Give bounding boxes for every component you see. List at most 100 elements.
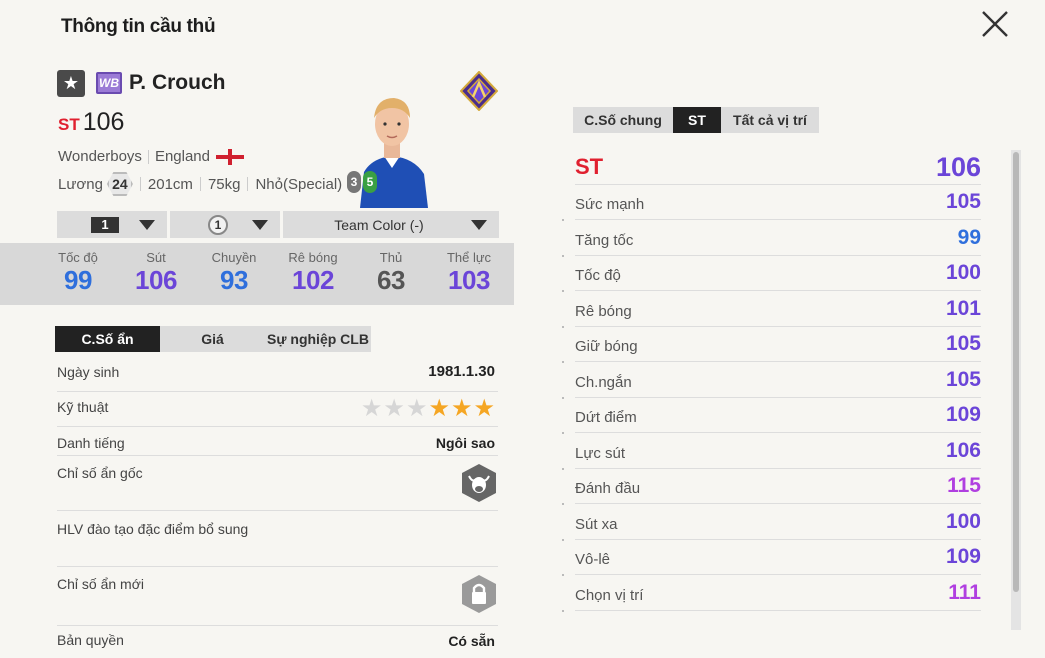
tab-price[interactable]: Giá xyxy=(160,326,265,352)
stat-label: Sức mạnh xyxy=(575,196,645,213)
stat-label: Giữ bóng xyxy=(575,338,638,355)
row-marker xyxy=(562,538,564,541)
stat-label: Dứt điểm xyxy=(575,409,637,426)
stat-label: Rê bóng xyxy=(575,302,632,320)
row-marker xyxy=(562,574,564,576)
position-rating-value: 106 xyxy=(935,152,981,182)
favorite-star-icon[interactable]: ★ xyxy=(57,70,85,97)
stat-row: Sút xa 100 xyxy=(575,505,981,540)
tab-position-st[interactable]: ST xyxy=(673,107,721,133)
new-trait-row: Chỉ số ẩn mới xyxy=(57,574,498,626)
fame-row: Danh tiếng Ngôi sao xyxy=(57,433,498,456)
position-label: ST xyxy=(58,115,80,134)
stat-label: Tốc độ xyxy=(575,267,621,284)
skill-stars: ★★★★★★ xyxy=(360,395,496,422)
height-value: 201cm xyxy=(147,175,193,193)
team-name: Wonderboys xyxy=(58,148,142,165)
row-marker xyxy=(562,254,564,257)
club-logo-icon xyxy=(460,71,498,111)
license-label: Bản quyền xyxy=(57,632,124,648)
salary-label: Lương xyxy=(58,175,103,193)
fame-label: Danh tiếng xyxy=(57,435,125,451)
license-row: Bản quyền Có sẵn xyxy=(57,632,498,658)
row-marker xyxy=(562,467,564,470)
birth-value: 1981.1.30 xyxy=(428,363,495,380)
coach-trait-row: HLV đào tạo đặc điểm bổ sung xyxy=(57,519,498,567)
coach-trait-label: HLV đào tạo đặc điểm bổ sung xyxy=(57,521,249,537)
stat-label: Ch.ngắn xyxy=(575,373,632,391)
stat-value: 115 xyxy=(947,474,981,497)
stat-row: Đánh đầu 115 xyxy=(575,469,981,504)
skill-moves-badge: 3 xyxy=(347,171,361,193)
stat-row: Tăng tốc 99 xyxy=(575,221,981,256)
nation-name: England xyxy=(154,148,210,165)
stat-label: Chọn vị trí xyxy=(575,586,644,604)
team-color-dropdown[interactable]: Team Color (-) xyxy=(283,211,499,238)
grade-value: 1 xyxy=(91,216,119,233)
scrollbar-thumb[interactable] xyxy=(1013,152,1019,592)
weight-value: 75kg xyxy=(207,175,241,193)
stat-row: Dứt điểm 109 xyxy=(575,398,981,433)
stat-value: 105 xyxy=(945,367,981,391)
close-icon xyxy=(982,11,1008,37)
position-rating-label: ST xyxy=(575,154,604,179)
bull-trait-icon[interactable] xyxy=(460,463,498,503)
stat-value: 100 xyxy=(945,509,981,533)
tab-all-positions[interactable]: Tất cả vị trí xyxy=(721,107,819,133)
tab-general-stats[interactable]: C.Số chung xyxy=(573,107,673,133)
stat-value: 109 xyxy=(945,403,981,426)
summary-passing: Chuyền 93 xyxy=(211,250,257,295)
row-marker xyxy=(562,396,564,399)
stat-value: 106 xyxy=(945,438,981,462)
tab-club-career[interactable]: Sự nghiệp CLB xyxy=(265,326,371,352)
stat-row: Ch.ngắn 105 xyxy=(575,363,981,398)
original-trait-row: Chỉ số ẩn gốc xyxy=(57,463,498,511)
stat-label: Sút xa xyxy=(575,515,618,533)
row-marker xyxy=(562,219,564,221)
new-trait-label: Chỉ số ẩn mới xyxy=(57,576,144,592)
team-nation-line: Wonderboys England xyxy=(58,148,244,166)
stat-row: Lực sút 106 xyxy=(575,434,981,469)
overall-rating: 106 xyxy=(82,108,125,136)
row-marker xyxy=(562,290,564,292)
stat-row: Giữ bóng 105 xyxy=(575,327,981,362)
summary-pace: Tốc độ 99 xyxy=(58,250,98,295)
chevron-down-icon xyxy=(139,220,155,230)
physical-line: Lương 24 201cm 75kg Nhỏ(Special) xyxy=(58,172,342,196)
stat-value: 101 xyxy=(945,296,981,320)
stat-row: Chọn vị trí 111 xyxy=(575,576,981,611)
license-value: Có sẵn xyxy=(448,633,495,649)
season-badge: WB xyxy=(96,72,122,94)
body-type-value: Nhỏ(Special) xyxy=(255,175,343,193)
tab-hidden-stats[interactable]: C.Số ẩn xyxy=(55,326,160,352)
summary-defending: Thủ 63 xyxy=(377,250,405,295)
fame-value: Ngôi sao xyxy=(435,435,495,451)
enhance-value: 1 xyxy=(208,214,228,235)
stat-value: 111 xyxy=(948,580,981,604)
stat-value: 100 xyxy=(945,261,981,284)
lock-icon[interactable] xyxy=(460,574,498,614)
summary-shooting: Sút 106 xyxy=(135,250,177,295)
enhance-dropdown[interactable]: 1 xyxy=(170,211,280,238)
skill-label: Kỹ thuật xyxy=(57,399,109,415)
close-button[interactable] xyxy=(979,8,1011,40)
grade-dropdown[interactable]: 1 xyxy=(57,211,167,238)
birth-label: Ngày sinh xyxy=(57,364,120,380)
stat-value: 105 xyxy=(945,332,981,355)
stat-value: 105 xyxy=(945,190,981,213)
row-marker xyxy=(562,432,564,434)
row-marker xyxy=(562,503,564,505)
stat-value: 109 xyxy=(945,545,981,568)
chevron-down-icon xyxy=(471,220,487,230)
stat-row: Rê bóng 101 xyxy=(575,292,981,327)
row-marker xyxy=(562,609,564,612)
skill-row: Kỹ thuật ★★★★★★ xyxy=(57,395,498,427)
row-marker xyxy=(562,325,564,328)
attribute-summary: Tốc độ 99 Sút 106 Chuyền 93 Rê bóng 102 Thủ 6… xyxy=(0,243,514,305)
position-overall: ST 106 xyxy=(58,108,124,138)
team-color-value: Team Color (-) xyxy=(334,216,424,233)
row-marker xyxy=(562,361,564,363)
summary-dribbling: Rê bóng 102 xyxy=(288,250,338,295)
chevron-down-icon xyxy=(252,220,268,230)
stat-label: Lực sút xyxy=(575,444,626,462)
